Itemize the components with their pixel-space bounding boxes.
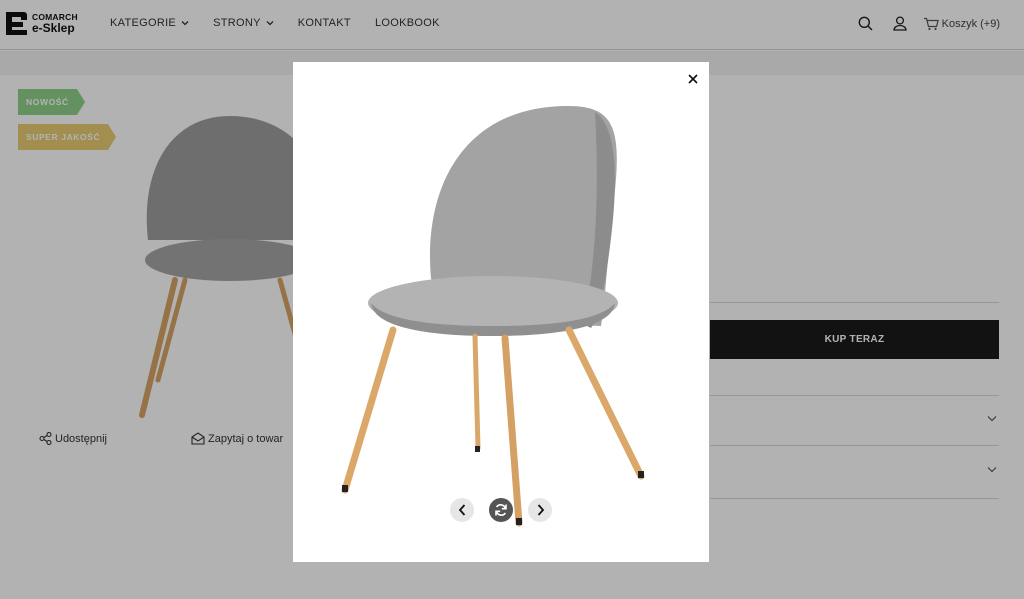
chevron-right-icon — [537, 504, 544, 516]
rotate-icon — [495, 504, 507, 516]
close-button[interactable] — [684, 70, 702, 88]
next-image-button[interactable] — [528, 498, 552, 522]
rotate-view-button[interactable] — [489, 498, 513, 522]
image-lightbox — [293, 62, 709, 562]
previous-image-button[interactable] — [450, 498, 474, 522]
close-icon — [688, 74, 698, 84]
lightbox-image — [341, 106, 645, 527]
chevron-left-icon — [458, 504, 465, 516]
